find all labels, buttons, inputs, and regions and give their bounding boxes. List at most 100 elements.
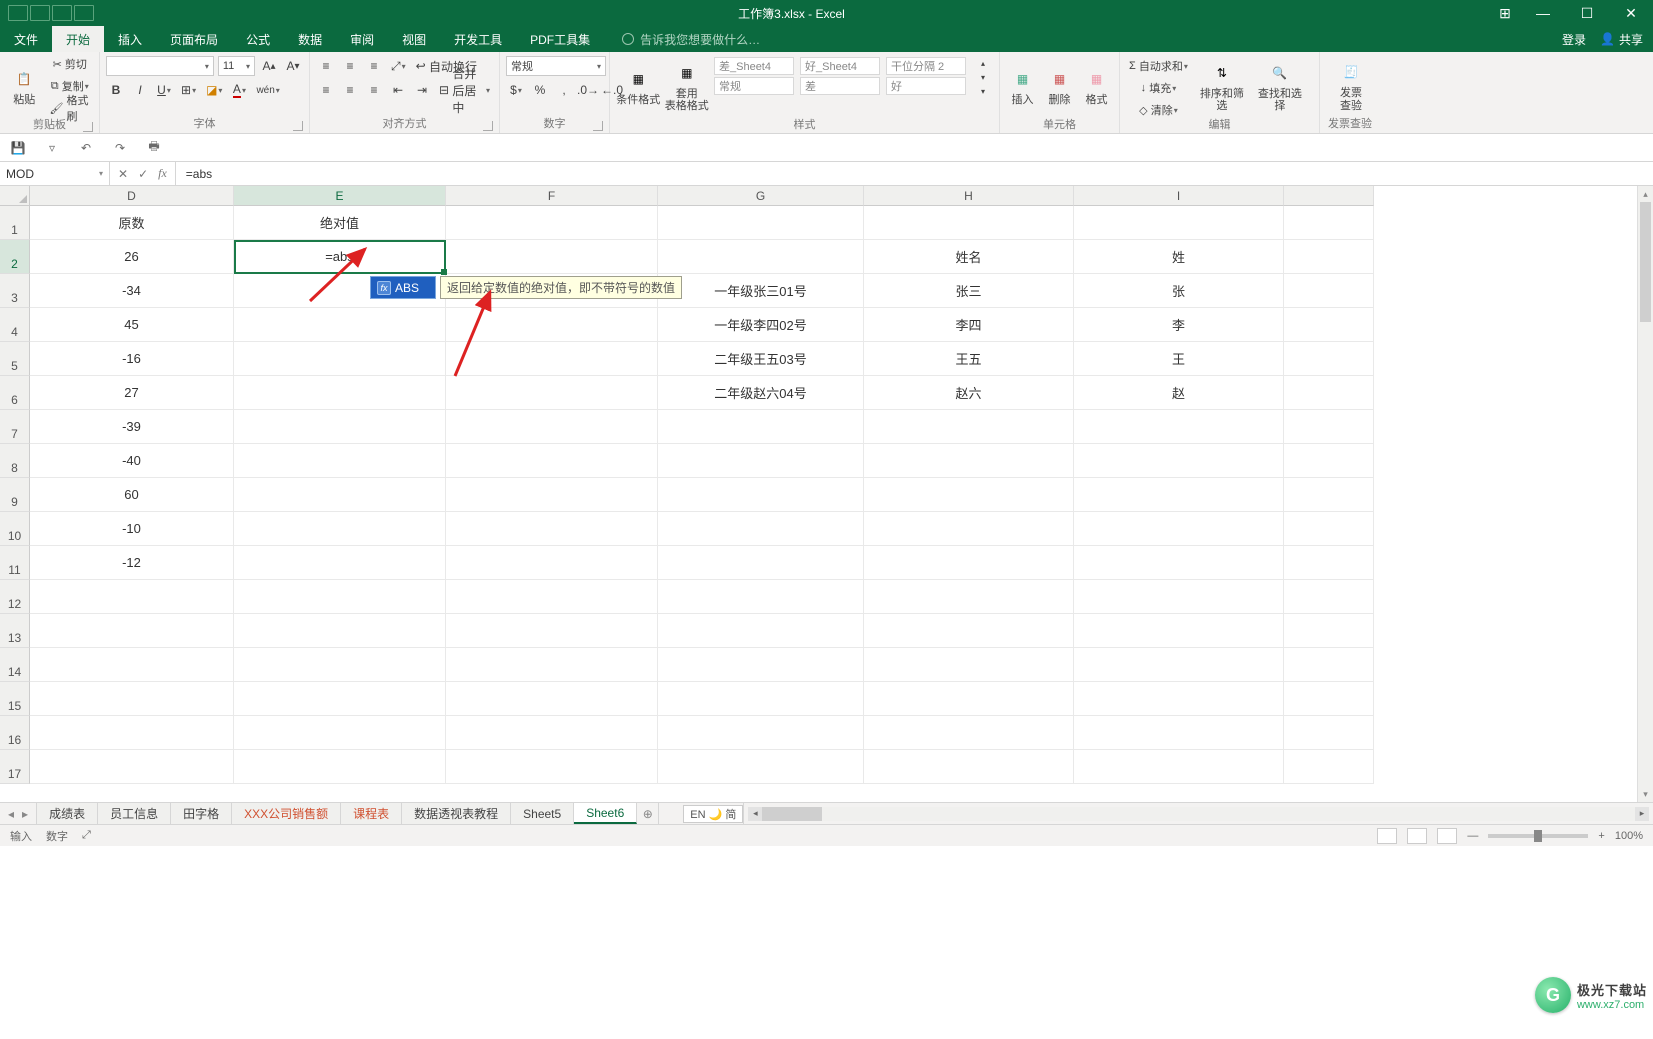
cell-F8[interactable] — [446, 444, 658, 478]
cell-H9[interactable] — [864, 478, 1074, 512]
cell-D3[interactable]: -34 — [30, 274, 234, 308]
close-button[interactable]: ✕ — [1609, 0, 1653, 26]
conditional-formatting-button[interactable]: ▦条件格式 — [616, 56, 661, 116]
delete-cells-button[interactable]: ▦删除 — [1043, 56, 1076, 116]
vertical-scrollbar[interactable]: ▴ ▾ — [1637, 186, 1653, 802]
number-dialog-launcher[interactable] — [593, 121, 603, 131]
cell-F10[interactable] — [446, 512, 658, 546]
cell-F4[interactable] — [446, 308, 658, 342]
tab-pdf[interactable]: PDF工具集 — [516, 26, 604, 52]
clipboard-dialog-launcher[interactable] — [83, 122, 93, 132]
border-button[interactable]: ⊞▾ — [178, 80, 199, 100]
cell-J1[interactable] — [1284, 206, 1374, 240]
cell-F14[interactable] — [446, 648, 658, 682]
row-header[interactable]: 3 — [0, 274, 30, 308]
align-middle-button[interactable]: ≡ — [340, 56, 360, 76]
find-select-button[interactable]: 🔍查找和选择 — [1253, 56, 1307, 116]
cell-G7[interactable] — [658, 410, 864, 444]
cell-D10[interactable]: -10 — [30, 512, 234, 546]
font-size-combo[interactable]: 11▾ — [218, 56, 255, 76]
normal-view-button[interactable] — [1377, 828, 1397, 844]
row-header[interactable]: 14 — [0, 648, 30, 682]
cell-H8[interactable] — [864, 444, 1074, 478]
cell-D2[interactable]: 26 — [30, 240, 234, 274]
cell-D1[interactable]: 原数 — [30, 206, 234, 240]
sheet-tab[interactable]: 课程表 — [341, 803, 402, 824]
tab-page-layout[interactable]: 页面布局 — [156, 26, 232, 52]
ime-indicator[interactable]: EN 🌙 简 — [683, 805, 743, 823]
cell-E10[interactable] — [234, 512, 446, 546]
accounting-format-button[interactable]: $▾ — [506, 80, 526, 100]
zoom-level[interactable]: 100% — [1615, 830, 1643, 842]
style-item[interactable]: 好_Sheet4 — [800, 57, 880, 75]
sheet-tab[interactable]: 成绩表 — [37, 803, 98, 824]
cell-I17[interactable] — [1074, 750, 1284, 784]
indent-decrease-button[interactable]: ⇤ — [388, 80, 408, 100]
cell-G6[interactable]: 二年级赵六04号 — [658, 376, 864, 410]
cell-I1[interactable] — [1074, 206, 1284, 240]
style-item[interactable]: 差 — [800, 77, 880, 95]
cell-G14[interactable] — [658, 648, 864, 682]
page-layout-view-button[interactable] — [1407, 828, 1427, 844]
qat-dropdown[interactable]: ▿ — [42, 138, 62, 158]
cell-I15[interactable] — [1074, 682, 1284, 716]
row-header[interactable]: 13 — [0, 614, 30, 648]
style-item[interactable]: 干位分隔 2 — [886, 57, 966, 75]
tab-review[interactable]: 审阅 — [336, 26, 388, 52]
cell-I11[interactable] — [1074, 546, 1284, 580]
zoom-in-button[interactable]: + — [1598, 830, 1604, 842]
col-header-J[interactable] — [1284, 186, 1374, 206]
cell-G9[interactable] — [658, 478, 864, 512]
cell-G1[interactable] — [658, 206, 864, 240]
align-center-button[interactable]: ≡ — [340, 80, 360, 100]
cell-I3[interactable]: 张 — [1074, 274, 1284, 308]
tab-home[interactable]: 开始 — [52, 26, 104, 52]
cell-I13[interactable] — [1074, 614, 1284, 648]
format-as-table-button[interactable]: ▦套用 表格格式 — [665, 56, 710, 116]
row-header[interactable]: 2 — [0, 240, 30, 274]
cell-F1[interactable] — [446, 206, 658, 240]
save-button[interactable]: 💾 — [8, 138, 28, 158]
cell-G5[interactable]: 二年级王五03号 — [658, 342, 864, 376]
cell-E4[interactable] — [234, 308, 446, 342]
spreadsheet-grid[interactable]: D E F G H I 1234567891011121314151617 原数… — [0, 186, 1653, 802]
tab-developer[interactable]: 开发工具 — [440, 26, 516, 52]
row-header[interactable]: 11 — [0, 546, 30, 580]
italic-button[interactable]: I — [130, 80, 150, 100]
indent-increase-button[interactable]: ⇥ — [412, 80, 432, 100]
cell-E5[interactable] — [234, 342, 446, 376]
zoom-out-button[interactable]: — — [1467, 830, 1478, 842]
cell-J3[interactable] — [1284, 274, 1374, 308]
cell-J10[interactable] — [1284, 512, 1374, 546]
cell-H3[interactable]: 张三 — [864, 274, 1074, 308]
style-item[interactable]: 常规 — [714, 77, 794, 95]
cell-J8[interactable] — [1284, 444, 1374, 478]
sheet-nav-next[interactable]: ▸ — [22, 807, 28, 821]
align-left-button[interactable]: ≡ — [316, 80, 336, 100]
cell-D8[interactable]: -40 — [30, 444, 234, 478]
row-header[interactable]: 15 — [0, 682, 30, 716]
cell-I7[interactable] — [1074, 410, 1284, 444]
style-item[interactable]: 差_Sheet4 — [714, 57, 794, 75]
cell-D6[interactable]: 27 — [30, 376, 234, 410]
phonetic-button[interactable]: wén▾ — [253, 80, 282, 100]
col-header-G[interactable]: G — [658, 186, 864, 206]
row-header[interactable]: 10 — [0, 512, 30, 546]
row-header[interactable]: 9 — [0, 478, 30, 512]
tab-formulas[interactable]: 公式 — [232, 26, 284, 52]
underline-button[interactable]: U▾ — [154, 80, 174, 100]
cell-styles-gallery[interactable]: 差_Sheet4 好_Sheet4 干位分隔 2 常规 差 好 — [713, 56, 967, 96]
cell-D13[interactable] — [30, 614, 234, 648]
col-header-E[interactable]: E — [234, 186, 446, 206]
share-button[interactable]: 👤 共享 — [1600, 31, 1643, 48]
zoom-slider[interactable] — [1488, 834, 1588, 838]
cell-D9[interactable]: 60 — [30, 478, 234, 512]
cell-I6[interactable]: 赵 — [1074, 376, 1284, 410]
cell-I2[interactable]: 姓 — [1074, 240, 1284, 274]
cell-J11[interactable] — [1284, 546, 1374, 580]
scroll-up-button[interactable]: ▴ — [1638, 186, 1653, 202]
cell-H4[interactable]: 李四 — [864, 308, 1074, 342]
tab-view[interactable]: 视图 — [388, 26, 440, 52]
col-header-D[interactable]: D — [30, 186, 234, 206]
cell-D17[interactable] — [30, 750, 234, 784]
